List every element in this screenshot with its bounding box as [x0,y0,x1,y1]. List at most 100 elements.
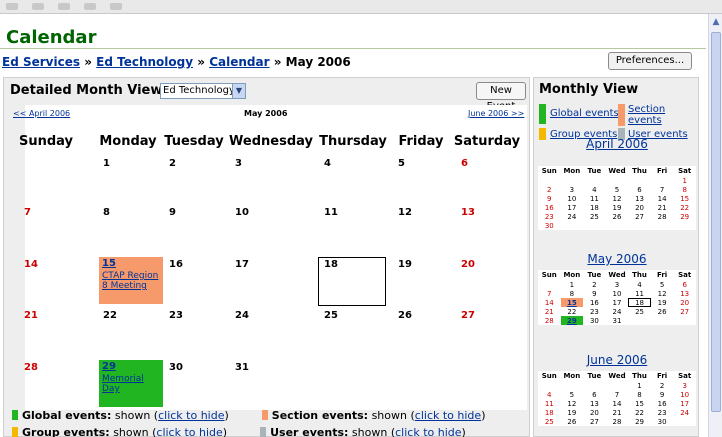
mini-day[interactable]: 19 [651,298,674,307]
scroll-up-icon[interactable]: ▲ [710,16,722,28]
mini-day[interactable]: 6 [673,280,696,289]
day-number[interactable]: 17 [235,259,249,270]
day-number[interactable]: 21 [24,310,38,321]
mini-day[interactable]: 12 [606,194,629,203]
mini-day[interactable]: 26 [606,212,629,221]
mini-day[interactable]: 3 [606,280,629,289]
mini-day[interactable]: 24 [673,408,696,417]
mini-day[interactable]: 13 [673,289,696,298]
mini-day[interactable]: 22 [673,203,696,212]
mini-day[interactable]: 13 [583,399,606,408]
mini-day[interactable]: 4 [538,390,561,399]
mini-day[interactable]: 8 [561,289,584,298]
day-number[interactable]: 18 [324,259,338,270]
mini-day[interactable]: 18 [538,408,561,417]
mini-day[interactable]: 2 [651,381,674,390]
mini-day[interactable]: 12 [651,289,674,298]
mini-day[interactable]: 10 [561,194,584,203]
day-number[interactable]: 30 [169,362,183,373]
day-number[interactable]: 24 [235,310,249,321]
mini-day[interactable]: 4 [628,280,651,289]
mini-day[interactable]: 29 [673,212,696,221]
mini-day[interactable]: 14 [651,194,674,203]
sidebar-global-events-link[interactable]: Global events [550,108,619,119]
mini-day[interactable]: 27 [673,307,696,316]
mini-day[interactable]: 11 [628,289,651,298]
event-day-cell[interactable]: 29 Memorial Day [99,360,163,407]
day-number[interactable]: 27 [461,310,475,321]
mini-month-title[interactable]: June 2006 [534,353,700,367]
mini-day[interactable]: 30 [583,316,606,325]
mini-day[interactable]: 3 [673,381,696,390]
next-month-link[interactable]: June 2006 >> [468,109,524,118]
mini-day[interactable]: 9 [583,289,606,298]
day-number[interactable]: 8 [103,207,110,218]
mini-day[interactable]: 11 [583,194,606,203]
mini-day[interactable]: 5 [561,390,584,399]
toggle-group-link[interactable]: click to hide [156,426,222,437]
mini-day[interactable]: 19 [561,408,584,417]
mini-day[interactable]: 31 [606,316,629,325]
mini-day[interactable]: 11 [538,399,561,408]
day-number[interactable]: 11 [324,207,338,218]
day-number[interactable]: 12 [398,207,412,218]
day-number[interactable]: 4 [324,158,331,169]
mini-day[interactable]: 20 [583,408,606,417]
event-title-link[interactable]: CTAP Region 8 Meeting [102,271,158,291]
mini-day[interactable]: 2 [538,185,561,194]
day-number[interactable]: 2 [169,158,176,169]
mini-day[interactable]: 23 [651,408,674,417]
breadcrumb-calendar[interactable]: Calendar [209,55,269,69]
day-number[interactable]: 1 [103,158,110,169]
mini-day[interactable]: 23 [538,212,561,221]
scrollbar-thumb[interactable] [711,32,721,412]
mini-day[interactable]: 20 [628,203,651,212]
mini-day[interactable]: 18 [583,203,606,212]
mini-day[interactable]: 14 [538,298,561,307]
mini-day[interactable]: 13 [628,194,651,203]
day-number[interactable]: 22 [103,310,117,321]
mini-day[interactable]: 15 [560,298,584,307]
new-event-button[interactable]: New Event [476,82,526,112]
mini-day[interactable]: 23 [583,307,606,316]
mini-day[interactable]: 16 [538,203,561,212]
mini-day[interactable]: 3 [561,185,584,194]
mini-day[interactable]: 30 [651,417,674,426]
mini-day[interactable]: 28 [651,212,674,221]
course-select[interactable]: Ed Technology ▼ [160,83,246,99]
mini-day[interactable]: 29 [628,417,651,426]
event-title-link[interactable]: Memorial Day [102,374,144,394]
mini-day[interactable]: 1 [673,176,696,185]
mini-day[interactable]: 27 [583,417,606,426]
mini-day[interactable]: 6 [583,390,606,399]
day-number[interactable]: 25 [324,310,338,321]
day-number[interactable]: 14 [24,259,38,270]
mini-day[interactable]: 14 [606,399,629,408]
mini-day[interactable]: 24 [606,307,629,316]
day-number[interactable]: 6 [461,158,468,169]
mini-day[interactable]: 9 [538,194,561,203]
mini-day[interactable]: 24 [561,212,584,221]
day-number[interactable]: 23 [169,310,183,321]
mini-day[interactable]: 26 [651,307,674,316]
vertical-scrollbar[interactable]: ▲ [708,14,722,437]
mini-month-title[interactable]: April 2006 [534,137,700,151]
day-number[interactable]: 3 [235,158,242,169]
mini-day[interactable]: 21 [538,307,561,316]
mini-day[interactable]: 10 [606,289,629,298]
mini-month-title[interactable]: May 2006 [534,252,700,266]
mini-day[interactable]: 21 [606,408,629,417]
mini-day[interactable]: 1 [628,381,651,390]
day-number[interactable]: 7 [24,207,31,218]
toggle-global-link[interactable]: click to hide [158,409,224,422]
mini-day[interactable]: 17 [673,399,696,408]
prev-month-link[interactable]: << April 2006 [13,109,70,118]
day-number[interactable]: 9 [169,207,176,218]
day-number[interactable]: 16 [169,259,183,270]
mini-day[interactable]: 22 [561,307,584,316]
mini-day[interactable]: 26 [561,417,584,426]
mini-day[interactable]: 28 [606,417,629,426]
mini-day[interactable]: 21 [651,203,674,212]
mini-day[interactable]: 25 [583,212,606,221]
mini-day[interactable]: 7 [606,390,629,399]
